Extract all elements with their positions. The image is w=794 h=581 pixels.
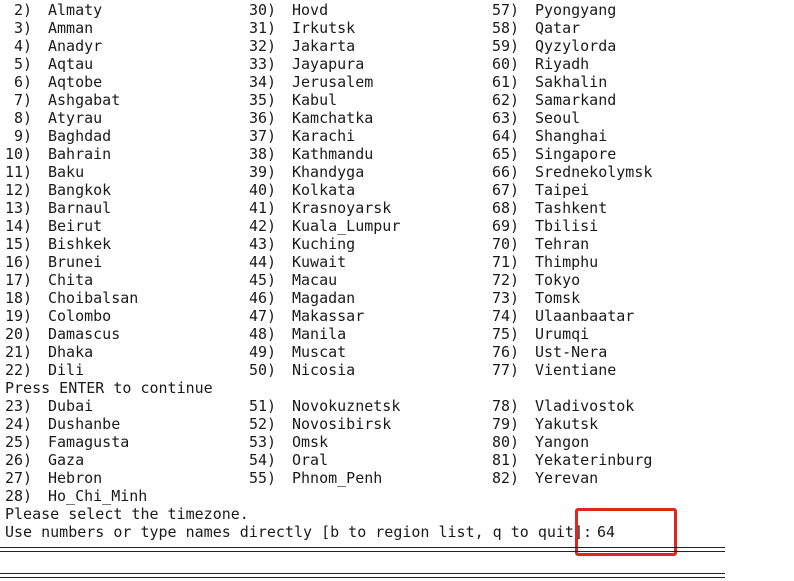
timezone-option-name: Vientiane xyxy=(535,361,617,379)
timezone-option: 59) Qyzylorda xyxy=(0,37,794,55)
timezone-option-number: 81) xyxy=(492,451,520,469)
timezone-option-number: 59) xyxy=(492,37,520,55)
timezone-option: 74) Ulaanbaatar xyxy=(0,307,794,325)
timezone-option: 79) Yakutsk xyxy=(0,415,794,433)
timezone-option-name: Qatar xyxy=(535,19,581,37)
timezone-option: 58) Qatar xyxy=(0,19,794,37)
timezone-option: 80) Yangon xyxy=(0,433,794,451)
timezone-option-name: Taipei xyxy=(535,181,590,199)
screen-divider-bottom xyxy=(0,573,725,578)
timezone-option-name: Ust-Nera xyxy=(535,343,608,361)
timezone-option-name: Riyadh xyxy=(535,55,590,73)
timezone-option-name: Sakhalin xyxy=(535,73,608,91)
timezone-option-number: 79) xyxy=(492,415,520,433)
timezone-option: 68) Tashkent xyxy=(0,199,794,217)
timezone-option-number: 71) xyxy=(492,253,520,271)
timezone-option-name: Seoul xyxy=(535,109,581,127)
timezone-option-name: Tokyo xyxy=(535,271,581,289)
timezone-option-number: 61) xyxy=(492,73,520,91)
timezone-option-name: Ho_Chi_Minh xyxy=(48,487,148,505)
timezone-option-name: Tomsk xyxy=(535,289,581,307)
select-timezone-prompt: Please select the timezone. xyxy=(5,505,249,523)
timezone-option-number: 57) xyxy=(492,1,520,19)
timezone-option-number: 63) xyxy=(492,109,520,127)
timezone-option-name: Pyongyang xyxy=(535,1,617,19)
timezone-option-name: Singapore xyxy=(535,145,617,163)
timezone-option-number: 72) xyxy=(492,271,520,289)
timezone-option: 72) Tokyo xyxy=(0,271,794,289)
pause-message: Press ENTER to continue xyxy=(5,379,213,397)
timezone-option-number: 76) xyxy=(492,343,520,361)
timezone-option-number: 58) xyxy=(492,19,520,37)
input-prompt: Use numbers or type names directly [b to… xyxy=(5,523,592,541)
timezone-option: 28) Ho_Chi_Minh xyxy=(0,487,794,505)
timezone-option: 71) Thimphu xyxy=(0,253,794,271)
timezone-option: 66) Srednekolymsk xyxy=(0,163,794,181)
timezone-option: 62) Samarkand xyxy=(0,91,794,109)
timezone-option-name: Yerevan xyxy=(535,469,599,487)
timezone-option-name: Vladivostok xyxy=(535,397,635,415)
timezone-option-name: Yakutsk xyxy=(535,415,599,433)
timezone-option-name: Yangon xyxy=(535,433,590,451)
timezone-option-number: 62) xyxy=(492,91,520,109)
timezone-option-number: 64) xyxy=(492,127,520,145)
timezone-option: 81) Yekaterinburg xyxy=(0,451,794,469)
timezone-option-number: 66) xyxy=(492,163,520,181)
timezone-option-number: 75) xyxy=(492,325,520,343)
timezone-option-name: Srednekolymsk xyxy=(535,163,653,181)
timezone-option-number: 60) xyxy=(492,55,520,73)
timezone-option: 70) Tehran xyxy=(0,235,794,253)
timezone-option: 73) Tomsk xyxy=(0,289,794,307)
timezone-option-name: Tbilisi xyxy=(535,217,599,235)
timezone-option-name: Tehran xyxy=(535,235,590,253)
input-prompt-text: Use numbers or type names directly [b to… xyxy=(5,523,583,541)
timezone-option: 64) Shanghai xyxy=(0,127,794,145)
timezone-option-number: 70) xyxy=(492,235,520,253)
timezone-option: 63) Seoul xyxy=(0,109,794,127)
screen-divider-top xyxy=(0,547,725,552)
timezone-option-number: 80) xyxy=(492,433,520,451)
timezone-option-number: 74) xyxy=(492,307,520,325)
timezone-option-name: Shanghai xyxy=(535,127,608,145)
timezone-option-name: Qyzylorda xyxy=(535,37,617,55)
timezone-option-name: Thimphu xyxy=(535,253,599,271)
timezone-option: 76) Ust-Nera xyxy=(0,343,794,361)
timezone-option: 65) Singapore xyxy=(0,145,794,163)
timezone-option-number: 69) xyxy=(492,217,520,235)
timezone-option: 77) Vientiane xyxy=(0,361,794,379)
terminal-window[interactable]: 2) Almaty 3) Amman 4) Anadyr 5) Aqtau 6) Aqto… xyxy=(0,0,794,581)
timezone-option: 60) Riyadh xyxy=(0,55,794,73)
timezone-option-number: 68) xyxy=(492,199,520,217)
timezone-option-name: Yekaterinburg xyxy=(535,451,653,469)
timezone-option: 67) Taipei xyxy=(0,181,794,199)
timezone-option: 75) Urumqi xyxy=(0,325,794,343)
timezone-option-number: 77) xyxy=(492,361,520,379)
timezone-option-name: Tashkent xyxy=(535,199,608,217)
timezone-option-name: Urumqi xyxy=(535,325,590,343)
timezone-option: 82) Yerevan xyxy=(0,469,794,487)
timezone-option-name: Samarkand xyxy=(535,91,617,109)
timezone-option: 69) Tbilisi xyxy=(0,217,794,235)
timezone-option-number: 67) xyxy=(492,181,520,199)
timezone-option-name: Ulaanbaatar xyxy=(535,307,635,325)
timezone-option-number: 65) xyxy=(492,145,520,163)
timezone-option: 61) Sakhalin xyxy=(0,73,794,91)
timezone-option-number: 28) xyxy=(5,487,33,505)
timezone-option: 57) Pyongyang xyxy=(0,1,794,19)
timezone-option-number: 82) xyxy=(492,469,520,487)
timezone-option: 78) Vladivostok xyxy=(0,397,794,415)
timezone-option-number: 78) xyxy=(492,397,520,415)
timezone-option-number: 73) xyxy=(492,289,520,307)
